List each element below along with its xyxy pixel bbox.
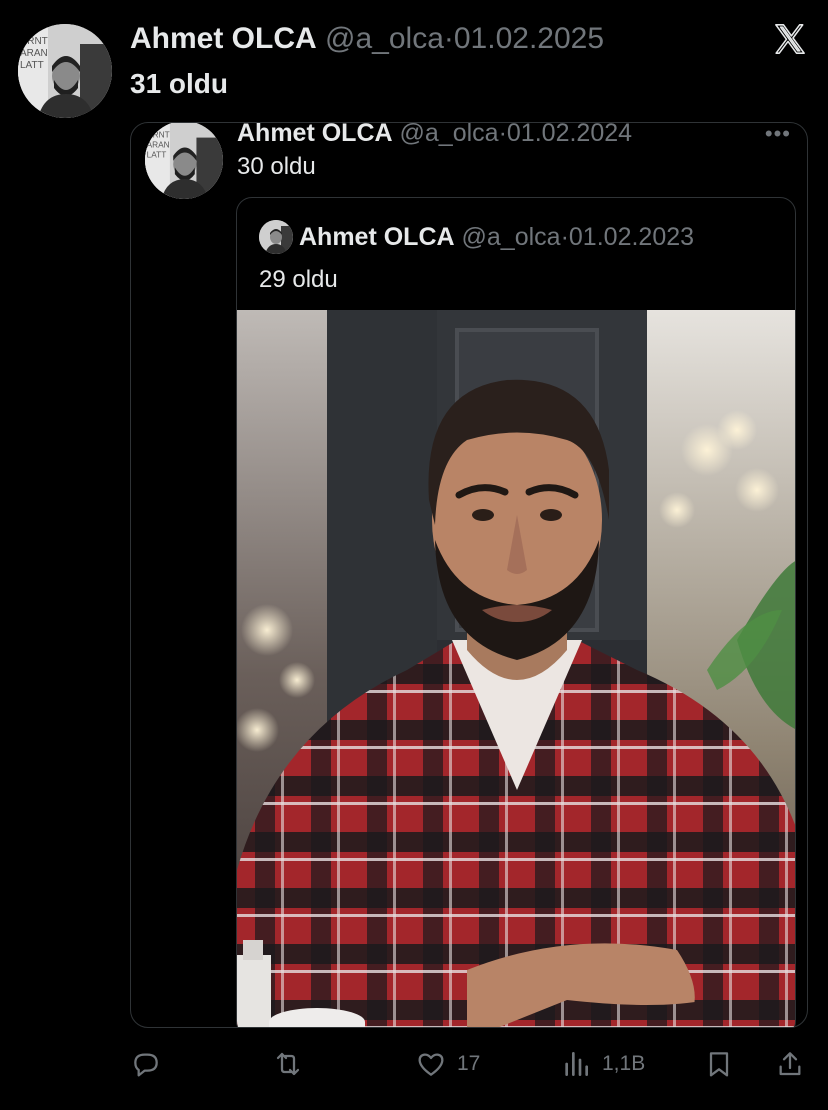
quoted-author-avatar[interactable]: URNT ARAN LATT	[145, 123, 223, 199]
svg-text:ARAN: ARAN	[147, 140, 170, 150]
tweet-header: Ahmet OLCA @a_olca·01.02.2025	[130, 24, 604, 54]
quoted-tweet-2024[interactable]: URNT ARAN LATT Ahmet OLCA @a_olca·01.02.…	[130, 122, 808, 1028]
quoted-tweet-2023[interactable]: Ahmet OLCA @a_olca·01.02.2023 29 oldu	[236, 197, 796, 1027]
quoted-tweet-header: Ahmet OLCA @a_olca·01.02.2024	[237, 122, 632, 147]
tweet-photo[interactable]	[237, 310, 795, 1027]
quoted-tweet-date[interactable]: 01.02.2024	[507, 123, 632, 147]
nested-author-handle[interactable]: @a_olca	[462, 223, 561, 251]
reply-icon	[134, 1053, 158, 1077]
more-options-icon[interactable]: •••	[765, 123, 791, 147]
like-count: 17	[457, 1052, 481, 1075]
svg-text:LATT: LATT	[20, 60, 44, 71]
views-count: 1,1B	[602, 1052, 646, 1075]
tweet-date[interactable]: 01.02.2025	[454, 22, 604, 55]
tweet-action-bar: 17 1,1B	[0, 1040, 828, 1090]
tweet-text: 31 oldu	[130, 68, 229, 99]
views-button[interactable]: 1,1B	[560, 1046, 645, 1082]
avatar-photo: URNT ARAN LATT	[18, 24, 112, 118]
nested-tweet-text: 29 oldu	[259, 266, 338, 293]
nested-tweet-date[interactable]: 01.02.2023	[569, 223, 694, 251]
avatar-sign-text: URNT	[20, 36, 48, 47]
nested-author-name[interactable]: Ahmet OLCA	[299, 223, 455, 251]
meta-separator: ·	[498, 122, 507, 147]
reply-button[interactable]	[130, 1046, 172, 1082]
author-name[interactable]: Ahmet OLCA	[130, 22, 317, 55]
share-icon	[779, 1052, 801, 1076]
meta-separator: ·	[443, 22, 454, 55]
author-handle[interactable]: @a_olca	[325, 22, 444, 55]
quoted-author-handle[interactable]: @a_olca	[400, 123, 499, 147]
views-chart-icon	[565, 1052, 588, 1076]
portrait-photo	[237, 310, 795, 1027]
retweet-icon	[276, 1052, 300, 1076]
quoted-tweet-text: 30 oldu	[237, 153, 316, 180]
svg-text:ARAN: ARAN	[20, 48, 48, 59]
author-avatar[interactable]: URNT ARAN LATT	[18, 24, 112, 118]
avatar-photo	[259, 220, 293, 254]
bookmark-icon	[709, 1052, 729, 1077]
share-button[interactable]	[774, 1046, 816, 1082]
nested-tweet-header: Ahmet OLCA @a_olca·01.02.2023	[299, 223, 694, 251]
x-logo-icon	[775, 24, 805, 54]
like-button[interactable]: 17	[415, 1046, 480, 1082]
nested-author-avatar[interactable]	[259, 220, 293, 254]
avatar-photo: URNT ARAN LATT	[145, 123, 223, 199]
quoted-author-name[interactable]: Ahmet OLCA	[237, 123, 393, 147]
meta-separator: ·	[560, 223, 569, 251]
retweet-button[interactable]	[272, 1046, 314, 1082]
heart-icon	[418, 1053, 444, 1076]
svg-text:URNT: URNT	[147, 130, 170, 140]
bookmark-button[interactable]	[703, 1046, 745, 1082]
svg-text:LATT: LATT	[147, 150, 167, 160]
